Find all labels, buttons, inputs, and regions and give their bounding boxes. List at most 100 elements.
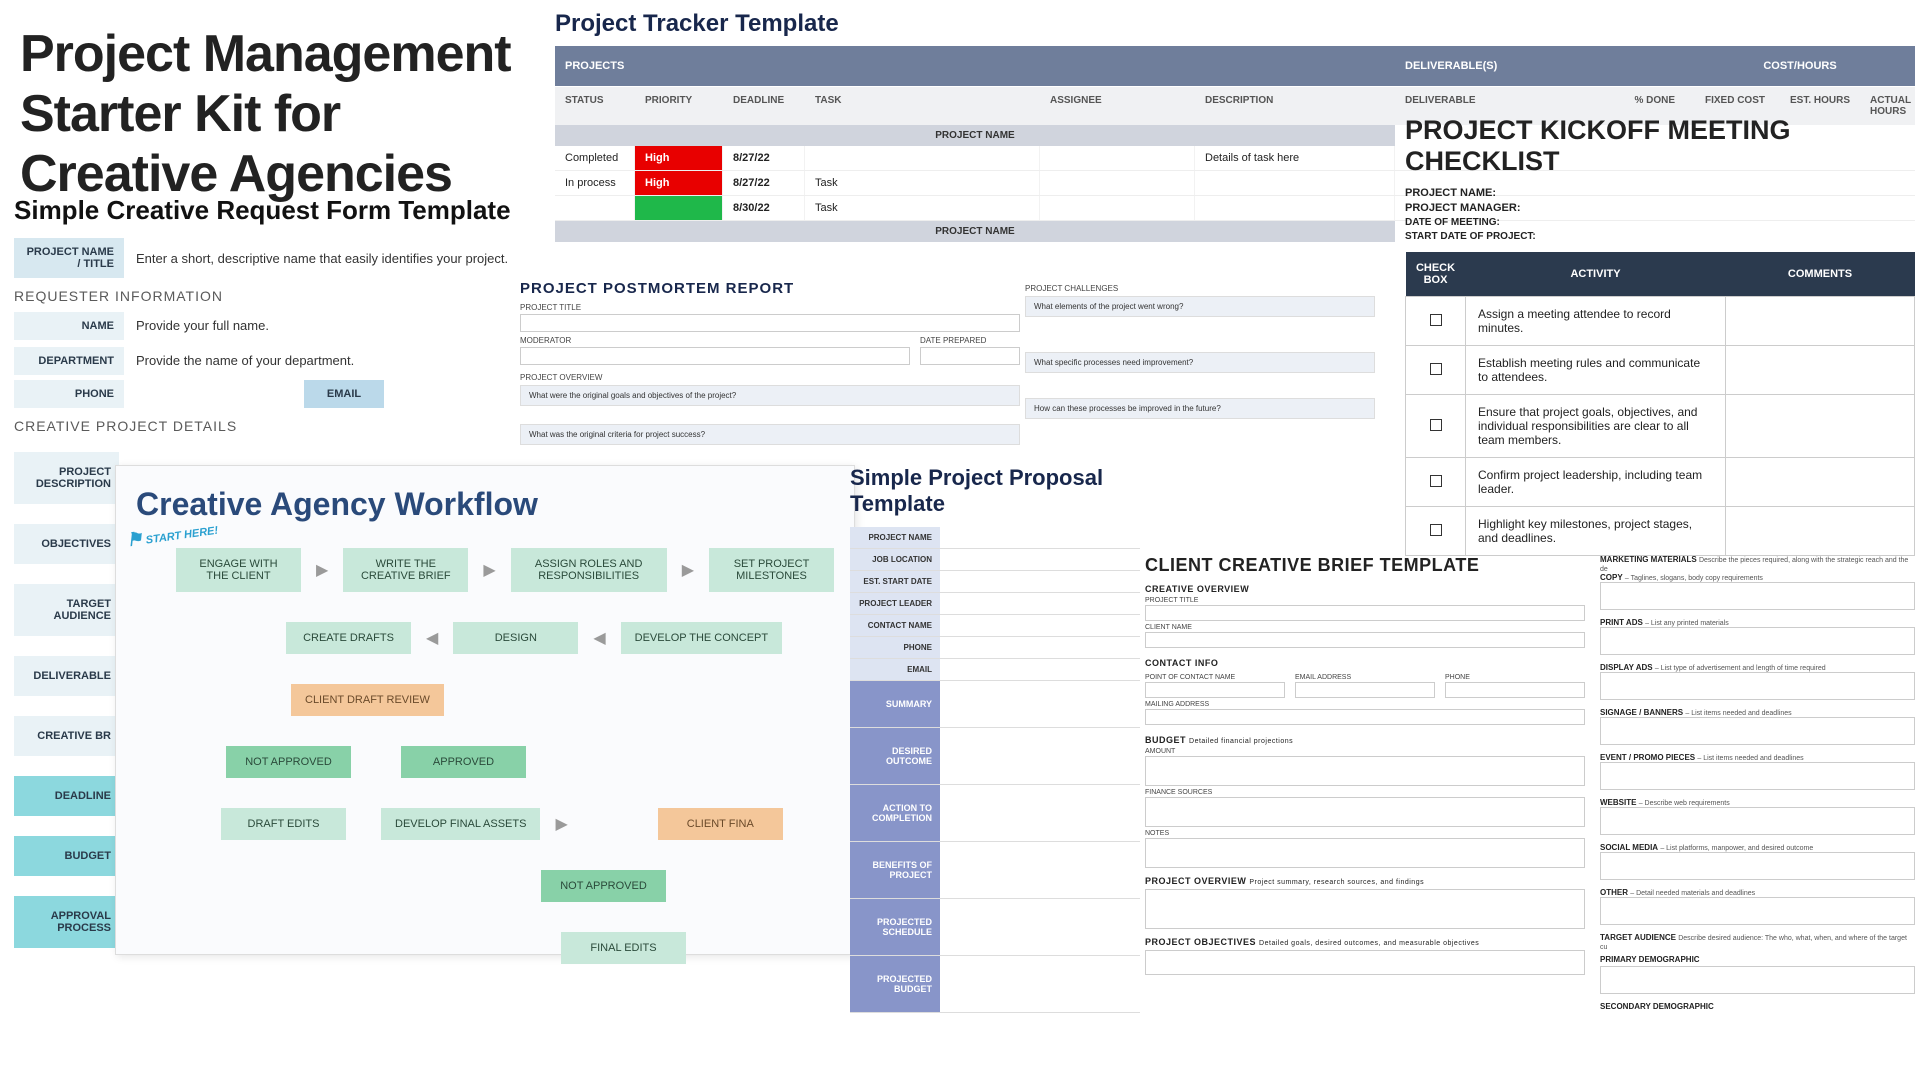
cell-task: Task bbox=[805, 196, 1040, 220]
checkbox[interactable] bbox=[1430, 524, 1442, 536]
br-secondary-demo: SECONDARY DEMOGRAPHIC bbox=[1600, 1002, 1915, 1011]
cell-task: Task bbox=[805, 171, 1040, 195]
pobj-box[interactable] bbox=[1145, 950, 1585, 975]
br-signage-desc: – List items needed and deadlines bbox=[1685, 710, 1791, 717]
col-deadline: DEADLINE bbox=[723, 87, 805, 125]
main-title: Project Management Starter Kit for Creat… bbox=[20, 25, 511, 204]
brief-notes: NOTES bbox=[1145, 830, 1585, 837]
br-event-desc: – List items needed and deadlines bbox=[1697, 755, 1803, 762]
brief-cn-box[interactable] bbox=[1145, 632, 1585, 648]
brief-finsrc: FINANCE SOURCES bbox=[1145, 789, 1585, 796]
pp-outcome: DESIRED OUTCOME bbox=[850, 728, 940, 784]
wf-milestones: SET PROJECT MILESTONES bbox=[709, 548, 834, 592]
pp-budget: PROJECTED BUDGET bbox=[850, 956, 940, 1012]
br-web: WEBSITE bbox=[1600, 798, 1636, 807]
pm-q2: What was the original criteria for proje… bbox=[520, 424, 1020, 445]
social-box[interactable] bbox=[1600, 852, 1915, 880]
finsrc-box[interactable] bbox=[1145, 797, 1585, 827]
cell-priority: High bbox=[635, 146, 723, 170]
kickoff-title: PROJECT KICKOFF MEETING CHECKLIST bbox=[1405, 115, 1915, 177]
cell-priority bbox=[635, 196, 723, 220]
pp-email: EMAIL bbox=[850, 659, 940, 680]
side-objectives: OBJECTIVES bbox=[14, 524, 119, 564]
side-approval: APPROVAL PROCESS bbox=[14, 896, 119, 948]
pp-leader: PROJECT LEADER bbox=[850, 593, 940, 614]
project-name-row-2: PROJECT NAME bbox=[555, 221, 1395, 242]
brief-povr-desc: Project summary, research sources, and f… bbox=[1249, 879, 1424, 886]
side-creative-brief: CREATIVE BR bbox=[14, 716, 119, 756]
activity-2: Establish meeting rules and communicate … bbox=[1466, 346, 1726, 395]
brief-pobj-desc: Detailed goals, desired outcomes, and me… bbox=[1259, 940, 1479, 947]
mail-box[interactable] bbox=[1145, 709, 1585, 725]
brief-right-column: MARKETING MATERIALS Describe the pieces … bbox=[1600, 555, 1915, 1013]
arrow-right-icon: ▶ bbox=[555, 814, 567, 834]
br-copy-desc: – Taglines, slogans, body copy requireme… bbox=[1625, 575, 1763, 582]
wf-roles: ASSIGN ROLES AND RESPONSIBILITIES bbox=[511, 548, 667, 592]
web-box[interactable] bbox=[1600, 807, 1915, 835]
pm-moderator-box[interactable] bbox=[520, 347, 910, 365]
requester-info-section: REQUESTER INFORMATION bbox=[14, 288, 544, 304]
th-comments: COMMENTS bbox=[1726, 252, 1915, 297]
activity-5: Highlight key milestones, project stages… bbox=[1466, 507, 1726, 556]
br-primary-demo: PRIMARY DEMOGRAPHIC bbox=[1600, 955, 1915, 964]
side-budget: BUDGET bbox=[14, 836, 119, 876]
checkbox[interactable] bbox=[1430, 475, 1442, 487]
side-deadline: DEADLINE bbox=[14, 776, 119, 816]
brief-title: CLIENT CREATIVE BRIEF TEMPLATE bbox=[1145, 555, 1585, 576]
pp-project-name: PROJECT NAME bbox=[850, 527, 940, 548]
side-desc: PROJECT DESCRIPTION bbox=[14, 452, 119, 504]
br-print-desc: – List any printed materials bbox=[1645, 620, 1729, 627]
hdr-deliverables: DELIVERABLE(S) bbox=[1395, 46, 1685, 86]
brief-pt-box[interactable] bbox=[1145, 605, 1585, 621]
pm-date-box[interactable] bbox=[920, 347, 1020, 365]
brief-contact-sec: CONTACT INFO bbox=[1145, 658, 1585, 668]
checkbox[interactable] bbox=[1430, 419, 1442, 431]
pp-schedule: PROJECTED SCHEDULE bbox=[850, 899, 940, 955]
pm-project-title-box[interactable] bbox=[520, 314, 1020, 332]
display-box[interactable] bbox=[1600, 672, 1915, 700]
brief-poc: POINT OF CONTACT NAME bbox=[1145, 674, 1285, 681]
br-other: OTHER bbox=[1600, 888, 1628, 897]
wf-not-approved: NOT APPROVED bbox=[226, 746, 351, 778]
copy-box[interactable] bbox=[1600, 582, 1915, 610]
pp-action: ACTION TO COMPLETION bbox=[850, 785, 940, 841]
email-box[interactable] bbox=[1295, 682, 1435, 698]
phone-box[interactable] bbox=[1445, 682, 1585, 698]
notes-box[interactable] bbox=[1145, 838, 1585, 868]
amount-box[interactable] bbox=[1145, 756, 1585, 786]
pd-box[interactable] bbox=[1600, 966, 1915, 994]
activity-4: Confirm project leadership, including te… bbox=[1466, 458, 1726, 507]
pm-moderator-label: MODERATOR bbox=[520, 336, 910, 345]
br-copy: COPY bbox=[1600, 573, 1623, 582]
creative-workflow: Creative Agency Workflow ⚑ START HERE! E… bbox=[115, 465, 855, 955]
brief-amount: AMOUNT bbox=[1145, 748, 1585, 755]
poc-box[interactable] bbox=[1145, 682, 1285, 698]
hdr-cost: COST/HOURS bbox=[1685, 46, 1915, 86]
phone-label: PHONE bbox=[14, 380, 124, 408]
project-name-label: PROJECT NAME / TITLE bbox=[14, 238, 124, 278]
wf-engage: ENGAGE WITH THE CLIENT bbox=[176, 548, 301, 592]
pm-date-label: DATE PREPARED bbox=[920, 336, 1020, 345]
signage-box[interactable] bbox=[1600, 717, 1915, 745]
col-priority: PRIORITY bbox=[635, 87, 723, 125]
event-box[interactable] bbox=[1600, 762, 1915, 790]
br-social-desc: – List platforms, manpower, and desired … bbox=[1660, 845, 1813, 852]
pm-q1: What were the original goals and objecti… bbox=[520, 385, 1020, 406]
project-proposal: Simple Project Proposal Template PROJECT… bbox=[850, 465, 1140, 1013]
checkbox[interactable] bbox=[1430, 314, 1442, 326]
brief-budget: BUDGET bbox=[1145, 735, 1186, 745]
creative-details-section: CREATIVE PROJECT DETAILS bbox=[14, 418, 544, 434]
other-box[interactable] bbox=[1600, 897, 1915, 925]
br-signage: SIGNAGE / BANNERS bbox=[1600, 708, 1683, 717]
ko-start-date: START DATE OF PROJECT: bbox=[1405, 231, 1915, 242]
wf-draft-edits: DRAFT EDITS bbox=[221, 808, 346, 840]
activity-1: Assign a meeting attendee to record minu… bbox=[1466, 297, 1726, 346]
checkbox[interactable] bbox=[1430, 363, 1442, 375]
cell-desc: Details of task here bbox=[1195, 146, 1395, 170]
print-box[interactable] bbox=[1600, 627, 1915, 655]
cell-assignee bbox=[1040, 146, 1195, 170]
br-other-desc: – Detail needed materials and deadlines bbox=[1630, 890, 1755, 897]
povr-box[interactable] bbox=[1145, 889, 1585, 929]
pp-contact: CONTACT NAME bbox=[850, 615, 940, 636]
brief-pobj: PROJECT OBJECTIVES bbox=[1145, 937, 1256, 947]
